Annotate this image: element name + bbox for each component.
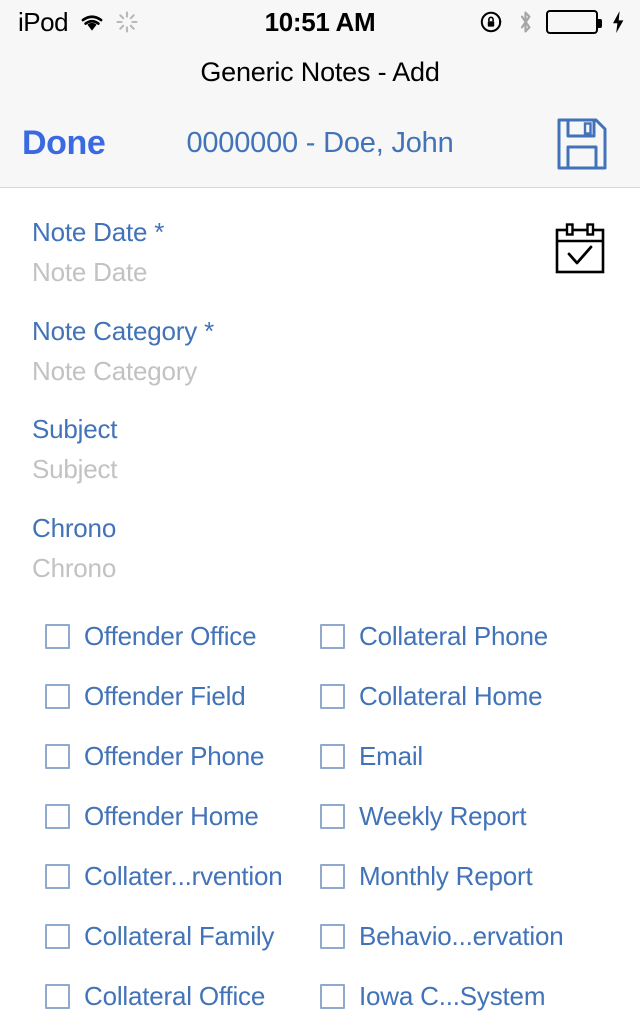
checkbox-icon[interactable] [45,743,70,769]
field-note-category: Note Category * Note Category [0,311,640,392]
checkbox-item[interactable]: Collateral Home [320,666,640,726]
checkbox-icon[interactable] [45,983,70,1009]
field-input-note-date[interactable]: Note Date [32,252,608,292]
checkbox-item[interactable]: Offender Field [45,666,320,726]
checkbox-label: Offender Phone [84,740,265,771]
checkbox-icon[interactable] [45,623,70,649]
checkbox-icon[interactable] [45,863,70,889]
field-label-subject: Subject [32,414,118,445]
field-input-subject[interactable]: Subject [32,449,608,489]
checkbox-item[interactable]: Weekly Report [320,786,640,846]
checkbox-icon[interactable] [320,743,345,769]
checkbox-icon[interactable] [320,803,345,829]
rotation-lock-icon [479,9,505,35]
field-input-note-category[interactable]: Note Category [32,351,608,391]
status-bar-right [479,9,626,35]
checkbox-item[interactable]: Collateral Office [45,966,320,1026]
status-bar: iPod 10:51 AM [0,0,640,44]
checkbox-icon[interactable] [45,923,70,949]
checkbox-label: Collater...rvention [84,860,283,891]
checkbox-label: Behavio...ervation [359,920,564,951]
checkbox-item[interactable]: Email [320,726,640,786]
record-subject-title: 0000000 - Doe, John [186,127,454,159]
checkbox-item[interactable]: Collateral Family [45,906,320,966]
checkbox-item[interactable]: Collateral Phone [320,606,640,666]
checkbox-icon[interactable] [320,623,345,649]
battery-full-icon [546,10,602,34]
field-input-chrono[interactable]: Chrono [32,548,608,588]
title-bar: Generic Notes - Add [0,44,640,100]
checkbox-item[interactable]: Offender Phone [45,726,320,786]
page-title: Generic Notes - Add [200,56,440,87]
checkbox-icon[interactable] [320,923,345,949]
checkbox-item[interactable]: Offender Home [45,786,320,846]
checkbox-item[interactable]: Behavio...ervation [320,906,640,966]
checkbox-item[interactable]: Iowa C...System [320,966,640,1026]
checkbox-label: Offender Field [84,680,246,711]
checkbox-icon[interactable] [45,683,70,709]
chrono-type-checkbox-grid: Offender Office Collateral Phone Offende… [0,606,640,1026]
field-note-date: Note Date * Note Date [0,212,640,293]
checkbox-icon[interactable] [45,803,70,829]
field-label-note-category: Note Category * [32,315,214,346]
checkbox-item[interactable]: Monthly Report [320,846,640,906]
calendar-check-icon[interactable] [552,222,608,278]
note-form: Note Date * Note Date Note Category * No… [0,188,640,1026]
checkbox-icon[interactable] [320,863,345,889]
checkbox-label: Collateral Office [84,980,266,1011]
checkbox-icon[interactable] [320,983,345,1009]
field-chrono: Chrono Chrono [0,508,640,589]
app-screen: iPod 10:51 AM Generic Notes - Add Done 0… [0,0,640,1011]
field-label-note-date: Note Date * [32,217,165,247]
checkbox-label: Collateral Family [84,920,275,951]
navigation-bar: Done 0000000 - Doe, John [0,100,640,188]
checkbox-item[interactable]: Offender Office [45,606,320,666]
lightning-bolt-icon [610,9,626,35]
checkbox-label: Collateral Home [359,680,543,711]
checkbox-icon[interactable] [320,683,345,709]
checkbox-item[interactable]: Collater...rvention [45,846,320,906]
checkbox-label: Offender Home [84,800,259,831]
checkbox-label: Offender Office [84,620,257,651]
field-subject: Subject Subject [0,409,640,490]
checkbox-label: Monthly Report [359,860,533,891]
checkbox-label: Collateral Phone [359,620,549,651]
bluetooth-icon [517,9,534,35]
checkbox-label: Weekly Report [359,800,527,831]
field-label-chrono: Chrono [32,512,117,543]
floppy-disk-save-icon[interactable] [552,115,610,173]
checkbox-label: Email [359,740,424,771]
checkbox-label: Iowa C...System [359,980,546,1011]
